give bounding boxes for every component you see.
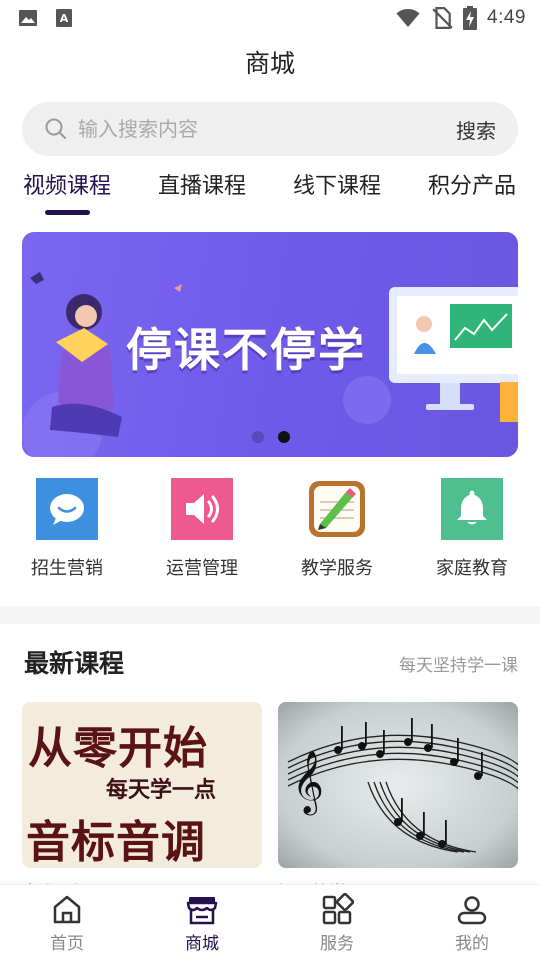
banner-text: 停课不停学: [126, 323, 366, 377]
category-label: 运营管理: [166, 558, 238, 579]
feature-grid: 招生营销 运营管理 教学服务 家庭教育: [0, 478, 540, 588]
nav-mine[interactable]: 我的: [422, 893, 522, 954]
course-card[interactable]: 从零开始 每天学一点 音标音调 音准入门: [22, 702, 262, 903]
category-label: 招生营销: [31, 558, 103, 579]
thumbnail-line: 从零开始: [28, 723, 208, 774]
category-label: 教学服务: [301, 558, 373, 579]
home-icon: [53, 895, 81, 924]
svg-text:𝄞: 𝄞: [292, 750, 324, 816]
thumbnail-line: 音标音调: [26, 817, 206, 868]
wifi-icon: [396, 9, 420, 27]
speaker-icon: [171, 478, 233, 540]
search-button[interactable]: 搜索: [456, 115, 496, 144]
section-subtitle: 每天坚持学一课: [399, 656, 518, 676]
category-enrollment-marketing[interactable]: 招生营销: [7, 478, 127, 580]
user-icon: [457, 896, 487, 925]
category-label: 家庭教育: [436, 558, 508, 579]
text-a-icon: A: [56, 9, 72, 27]
nav-label: 我的: [455, 934, 489, 954]
banner-dot-active[interactable]: [278, 431, 290, 443]
nav-service[interactable]: 服务: [287, 893, 387, 954]
category-family-education[interactable]: 家庭教育: [412, 478, 532, 580]
course-thumbnail: 从零开始 每天学一点 音标音调: [22, 702, 262, 868]
music-notes-image: 𝄞: [278, 702, 518, 868]
tab-offline-courses[interactable]: 线下课程: [293, 168, 381, 200]
category-operations-management[interactable]: 运营管理: [142, 478, 262, 580]
search-input[interactable]: [78, 117, 456, 141]
no-sim-icon: [432, 7, 453, 29]
search-icon: [45, 118, 66, 139]
battery-charging-icon: [463, 6, 478, 30]
section-divider: [0, 606, 540, 624]
page-title: 商城: [244, 49, 295, 78]
section-title: 最新课程: [24, 649, 125, 678]
promo-banner[interactable]: 停课不停学: [22, 232, 518, 457]
search-bar: 搜索: [22, 102, 518, 156]
tab-video-courses[interactable]: 视频课程: [23, 168, 111, 200]
bell-icon: [441, 478, 503, 540]
tab-live-courses[interactable]: 直播课程: [158, 168, 246, 200]
nav-home[interactable]: 首页: [17, 893, 117, 954]
thumbnail-line: 每天学一点: [106, 778, 217, 803]
bottom-navigation: 首页 商城 服务 我的: [0, 884, 540, 960]
tab-indicator: [45, 210, 90, 215]
image-icon: [19, 10, 37, 26]
nav-shop[interactable]: 商城: [152, 893, 252, 954]
course-card[interactable]: 𝄞 钢琴教学: [278, 702, 518, 903]
notepad-pencil-icon: [306, 478, 368, 540]
banner-pagination: [252, 431, 290, 443]
grid-icon: [322, 893, 354, 925]
category-teaching-service[interactable]: 教学服务: [277, 478, 397, 580]
nav-label: 首页: [50, 934, 84, 954]
nav-label: 服务: [320, 934, 354, 954]
status-time: 4:49: [487, 7, 526, 28]
chat-bubble-icon: [36, 478, 98, 540]
shop-icon: [186, 897, 218, 925]
svg-text:A: A: [60, 12, 69, 25]
status-bar: A 4:49: [0, 0, 540, 36]
nav-label: 商城: [185, 934, 219, 954]
category-tabs: 视频课程 直播课程 线下课程 积分产品: [0, 168, 540, 218]
banner-dot[interactable]: [252, 431, 264, 443]
tab-points-products[interactable]: 积分产品: [428, 168, 516, 200]
